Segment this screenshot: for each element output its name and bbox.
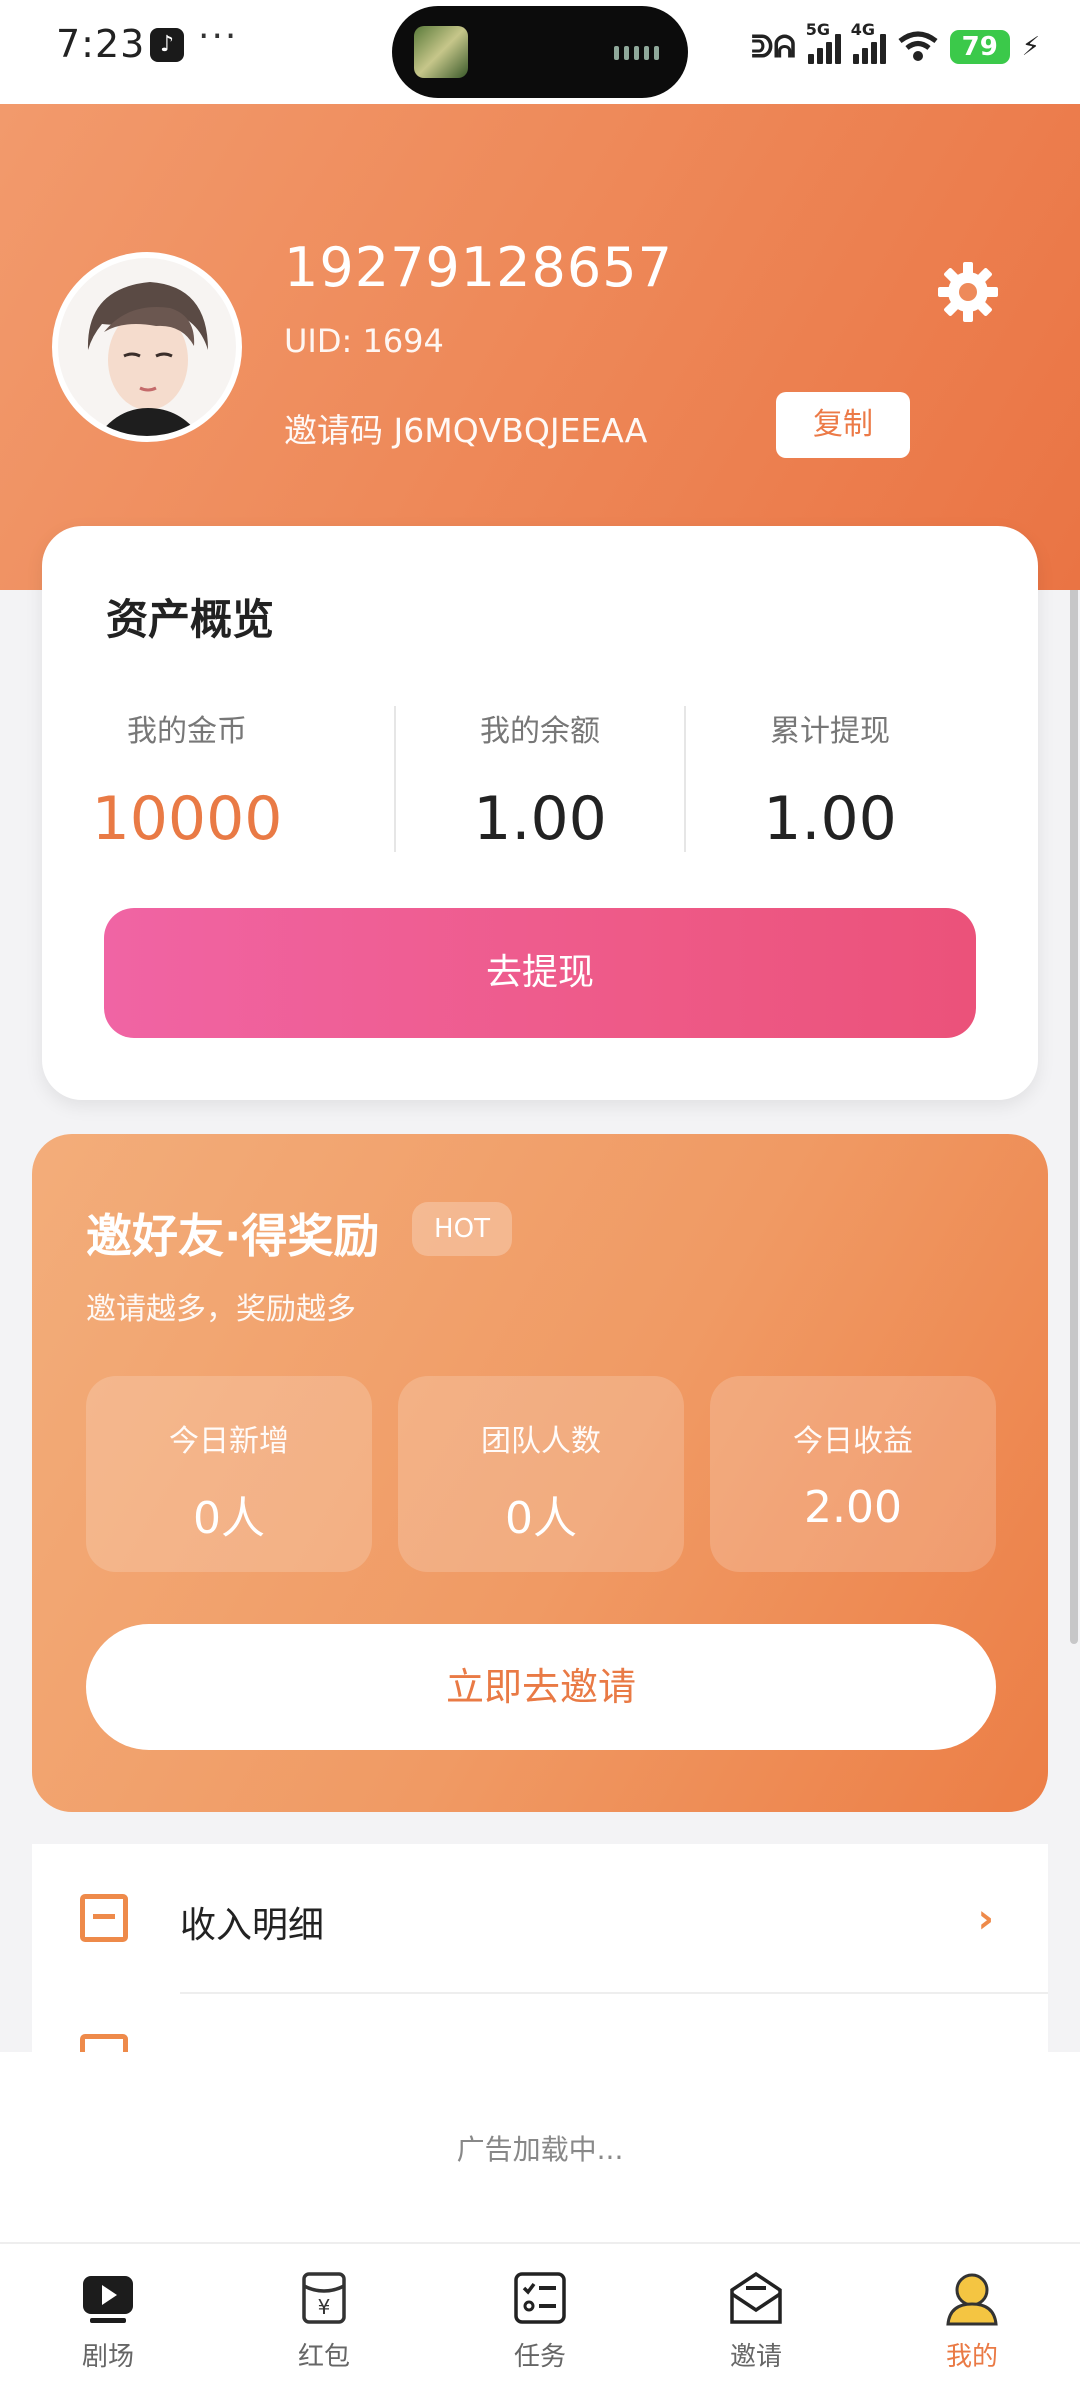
invite-card: 邀好友·得奖励 HOT 邀请越多，奖励越多 今日新增 0人 团队人数 0人 今日…	[32, 1134, 1048, 1812]
stat-balance[interactable]: 我的余额 1.00	[395, 706, 685, 854]
withdraw-button[interactable]: 去提现	[104, 908, 976, 1038]
nav-label: 红包	[297, 2342, 350, 2372]
nav-item-tasks[interactable]: 任务	[470, 2270, 610, 2373]
stat-value: 10000	[91, 784, 283, 854]
status-time: 7:23	[56, 22, 146, 66]
invite-subtitle: 邀请越多，奖励越多	[86, 1292, 356, 1327]
profile-uid: UID: 1694	[284, 322, 444, 360]
menu-list: 收入明细 ›	[32, 1844, 1048, 2054]
nav-label: 邀请	[729, 2342, 782, 2372]
invite-stat-today-earnings: 今日收益 2.00	[710, 1376, 996, 1572]
stat-label: 我的余额	[480, 714, 600, 749]
hot-badge: HOT	[412, 1202, 512, 1256]
nav-label: 任务	[513, 2342, 566, 2372]
signal-5g-icon: 5G	[806, 20, 841, 64]
svg-text:¥: ¥	[318, 2295, 331, 2319]
chevron-right-icon: ›	[977, 1896, 994, 1942]
dynamic-island[interactable]	[392, 6, 688, 98]
invite-stat-today-new: 今日新增 0人	[86, 1376, 372, 1572]
stat-label: 今日收益	[793, 1424, 913, 1459]
stat-label: 今日新增	[169, 1424, 289, 1459]
copy-button[interactable]: 复制	[776, 392, 910, 458]
invite-stat-team-size: 团队人数 0人	[398, 1376, 684, 1572]
battery-icon: 79	[949, 30, 1010, 64]
nav-item-red-envelope[interactable]: ¥ 红包	[254, 2270, 394, 2373]
stat-value: 0人	[193, 1493, 265, 1544]
stat-value: 1.00	[763, 784, 897, 854]
stat-value: 1.00	[473, 784, 607, 854]
task-list-icon	[514, 2272, 566, 2324]
charging-icon: ⚡	[1021, 32, 1040, 62]
stat-coins[interactable]: 我的金币 10000	[42, 706, 332, 854]
more-notifications-icon: ···	[198, 16, 239, 57]
list-icon	[80, 1894, 128, 1942]
settings-gear-icon[interactable]	[936, 260, 1000, 324]
menu-item-partial[interactable]	[32, 1994, 1048, 2054]
profile-phone: 19279128657	[284, 236, 673, 299]
menu-item-label: 收入明细	[180, 1905, 325, 1946]
red-envelope-icon: ¥	[302, 2272, 346, 2324]
nav-item-invite[interactable]: 邀请	[686, 2270, 826, 2373]
user-icon	[946, 2273, 998, 2326]
nav-item-theater[interactable]: 剧场	[38, 2270, 178, 2373]
bottom-nav: 剧场 ¥ 红包 任务 邀请 我的	[0, 2242, 1080, 2400]
stat-label: 累计提现	[770, 714, 890, 749]
invite-code: 邀请码 J6MQVBQJEEAA	[284, 411, 648, 450]
nav-label: 我的	[945, 2342, 998, 2372]
media-thumbnail	[414, 26, 468, 78]
profile-header: 19279128657 UID: 1694 邀请码 J6MQVBQJEEAA 复…	[0, 104, 1080, 590]
stat-value: 0人	[505, 1493, 577, 1544]
wifi-icon	[898, 31, 938, 61]
mail-icon	[730, 2271, 782, 2324]
assets-card: 资产概览 我的金币 10000 我的余额 1.00 累计提现 1.00 去提现	[42, 526, 1038, 1100]
ad-loading-text: 广告加载中...	[456, 2133, 624, 2166]
ad-banner[interactable]: 广告加载中...	[0, 2052, 1080, 2242]
play-icon	[83, 2276, 133, 2323]
stat-value: 2.00	[804, 1482, 902, 1533]
nav-label: 剧场	[81, 2342, 134, 2372]
nav-item-mine[interactable]: 我的	[902, 2270, 1042, 2373]
assets-title: 资产概览	[106, 595, 275, 644]
earbuds-icon: ᕲᕱ	[751, 29, 796, 65]
stat-label: 团队人数	[481, 1424, 601, 1459]
stat-label: 我的金币	[127, 714, 247, 749]
status-icons: ᕲᕱ 5G 4G 79 ⚡	[751, 20, 1040, 72]
status-bar: 7:23 ♪ ··· ᕲᕱ 5G 4G 79 ⚡	[0, 0, 1080, 104]
audio-wave-icon	[614, 46, 662, 60]
menu-item-income-details[interactable]: 收入明细 ›	[32, 1844, 1048, 1992]
list-icon	[80, 2034, 128, 2054]
invite-now-button[interactable]: 立即去邀请	[86, 1624, 996, 1750]
signal-4g-icon: 4G	[851, 20, 886, 64]
invite-title: 邀好友·得奖励	[86, 1209, 380, 1263]
avatar[interactable]	[52, 252, 242, 442]
stat-total-withdrawn[interactable]: 累计提现 1.00	[685, 706, 975, 854]
tiktok-notification-icon: ♪	[150, 28, 184, 62]
